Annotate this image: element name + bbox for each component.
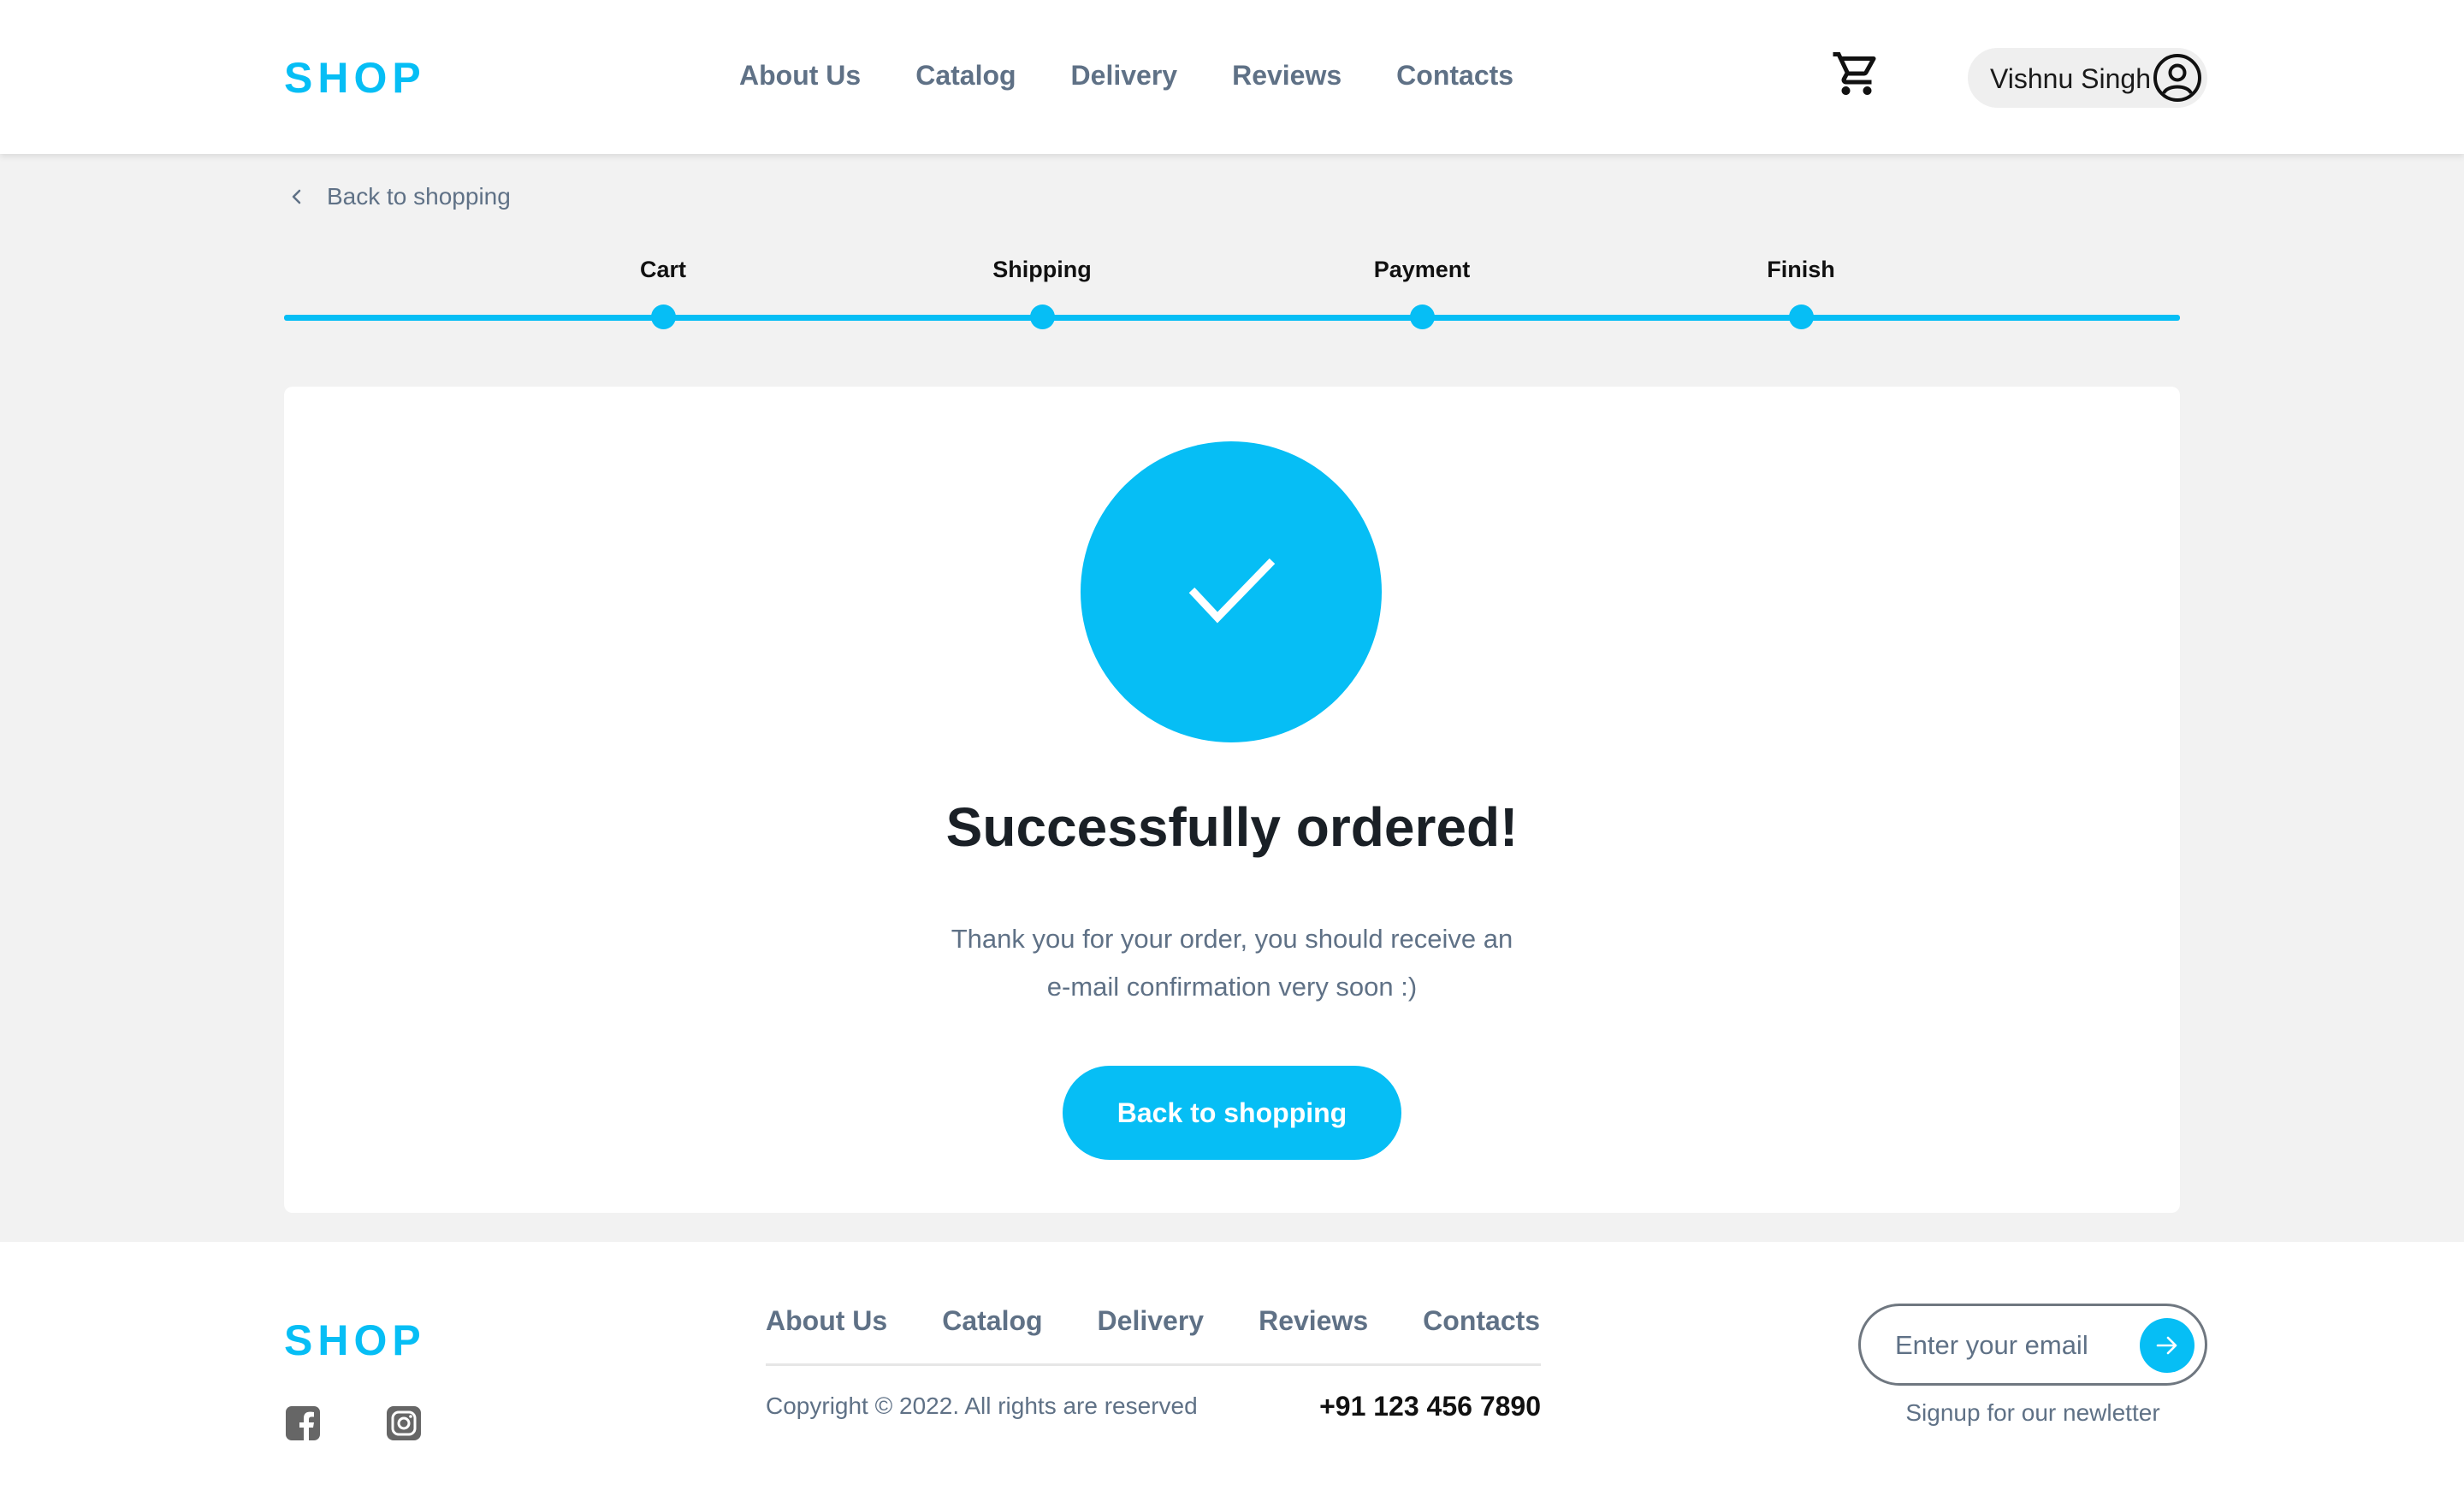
step-dot <box>1030 305 1055 329</box>
success-message-line-2: e-mail confirmation very soon :) <box>1046 972 1418 1002</box>
checkout-stepper: Cart Shipping Payment Finish <box>284 257 2180 334</box>
facebook-icon[interactable] <box>284 1404 322 1442</box>
user-menu[interactable]: Vishnu Singh <box>1968 48 2207 108</box>
step-label: Payment <box>1373 257 1471 282</box>
user-name: Vishnu Singh <box>1990 63 2151 94</box>
user-circle-icon <box>2153 54 2201 102</box>
nav-link-reviews[interactable]: Reviews <box>1232 60 1342 92</box>
success-badge <box>1081 441 1382 742</box>
newsletter-email-input[interactable] <box>1895 1323 2135 1368</box>
arrow-right-icon <box>2156 1336 2177 1355</box>
success-message: Thank you for your order, you should rec… <box>933 915 1531 1011</box>
copyright-text: Copyright © 2022. All rights are reserve… <box>766 1392 1198 1419</box>
nav-link-contacts[interactable]: Contacts <box>1396 60 1513 92</box>
success-message-line-1: Thank you for your order, you should rec… <box>951 924 1513 954</box>
step-shipping: Shipping <box>957 257 1128 329</box>
site-header: SHOP About Us Catalog Delivery Reviews C… <box>0 0 2464 154</box>
success-title: Successfully ordered! <box>945 796 1519 858</box>
nav-link-about-us[interactable]: About Us <box>739 60 861 92</box>
chevron-left-icon <box>292 189 301 204</box>
back-to-shopping-link[interactable]: Back to shopping <box>284 180 511 214</box>
check-icon <box>1188 558 1276 624</box>
nav-link-catalog[interactable]: Catalog <box>915 60 1016 92</box>
step-label: Finish <box>1767 257 1835 282</box>
step-cart: Cart <box>578 257 749 329</box>
newsletter-form <box>1858 1304 2207 1386</box>
newsletter-caption: Signup for our newletter <box>1905 1399 2160 1426</box>
footer-link-delivery[interactable]: Delivery <box>1098 1305 1205 1337</box>
site-footer: SHOP About Us Catalog Delivery Reviews C… <box>0 1242 2464 1490</box>
cart-icon[interactable] <box>1831 48 1882 99</box>
footer-link-catalog[interactable]: Catalog <box>942 1305 1042 1337</box>
order-confirmation-card: Successfully ordered! Thank you for your… <box>284 387 2180 1213</box>
footer-link-reviews[interactable]: Reviews <box>1259 1305 1368 1337</box>
nav-link-delivery[interactable]: Delivery <box>1071 60 1178 92</box>
footer-link-contacts[interactable]: Contacts <box>1423 1305 1540 1337</box>
newsletter-submit-button[interactable] <box>2140 1318 2194 1373</box>
footer-divider <box>766 1363 1541 1366</box>
step-payment: Payment <box>1336 257 1507 329</box>
step-label: Cart <box>639 257 686 282</box>
step-label: Shipping <box>992 257 1092 282</box>
footer-link-about-us[interactable]: About Us <box>766 1305 887 1337</box>
instagram-icon[interactable] <box>385 1404 423 1442</box>
back-to-shopping-button[interactable]: Back to shopping <box>1063 1066 1401 1160</box>
step-dot <box>651 305 676 329</box>
step-dot <box>1410 305 1435 329</box>
footer-logo[interactable]: SHOP <box>284 1316 426 1365</box>
logo[interactable]: SHOP <box>284 53 426 103</box>
stepper-progress-line <box>284 315 2180 321</box>
back-link-label: Back to shopping <box>327 183 511 210</box>
footer-nav: About Us Catalog Delivery Reviews Contac… <box>766 1305 1540 1337</box>
phone-number[interactable]: +91 123 456 7890 <box>1198 1391 1541 1422</box>
step-dot <box>1789 305 1814 329</box>
step-finish: Finish <box>1715 257 1886 329</box>
main-nav: About Us Catalog Delivery Reviews Contac… <box>739 60 1568 92</box>
